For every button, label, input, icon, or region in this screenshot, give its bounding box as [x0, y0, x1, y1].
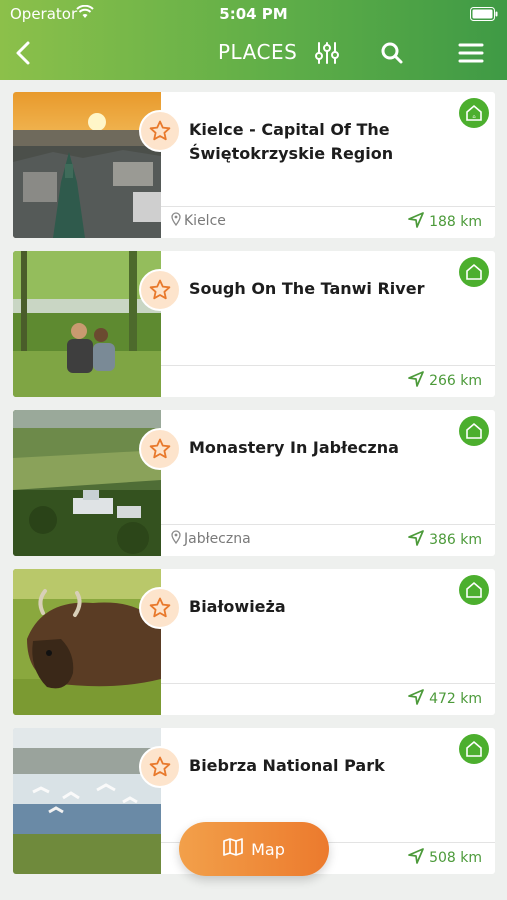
search-icon[interactable]: [379, 40, 405, 66]
navigation-arrow-icon: [408, 371, 424, 391]
attraction-badge-icon: [459, 416, 489, 446]
place-title[interactable]: Sough On The Tanwi River: [189, 277, 459, 301]
location-label: Kielce: [184, 213, 226, 229]
place-image-kielce: [13, 92, 161, 238]
back-icon[interactable]: [12, 40, 36, 66]
favorite-star-icon[interactable]: [139, 269, 181, 311]
distance-label: 386 km: [429, 532, 482, 548]
place-card[interactable]: Białowieża 472 km: [13, 569, 495, 715]
place-distance: 508 km: [408, 848, 482, 868]
place-card[interactable]: Sough On The Tanwi River 266 km: [13, 251, 495, 397]
navigation-bar: PLACES: [0, 30, 507, 76]
location-pin-icon: [171, 530, 181, 548]
map-button[interactable]: Map: [179, 822, 329, 876]
divider: [161, 683, 495, 684]
navigation-arrow-icon: [408, 530, 424, 550]
app-header: Operator 5:04 PM PLACES: [0, 0, 507, 80]
filter-sliders-icon[interactable]: [314, 40, 340, 66]
page-title: PLACES: [218, 40, 298, 64]
hamburger-menu-icon[interactable]: [457, 42, 485, 64]
place-title[interactable]: Kielce - Capital Of The Świętokrzyskie R…: [189, 118, 459, 166]
place-distance: 472 km: [408, 689, 482, 709]
navigation-arrow-icon: [408, 848, 424, 868]
navigation-arrow-icon: [408, 212, 424, 232]
distance-label: 188 km: [429, 214, 482, 230]
place-title[interactable]: Biebrza National Park: [189, 754, 459, 778]
location-pin-icon: [171, 212, 181, 230]
place-image-bialowieza: [13, 569, 161, 715]
place-location: Kielce: [171, 212, 226, 230]
clock: 5:04 PM: [219, 5, 288, 23]
attraction-badge-icon: [459, 575, 489, 605]
distance-label: 472 km: [429, 691, 482, 707]
navigation-arrow-icon: [408, 689, 424, 709]
place-title[interactable]: Białowieża: [189, 595, 459, 619]
place-distance: 188 km: [408, 212, 482, 232]
attraction-badge-icon: ⌂: [459, 98, 489, 128]
map-icon: [223, 838, 243, 860]
distance-label: 266 km: [429, 373, 482, 389]
attraction-badge-icon: [459, 257, 489, 287]
place-title[interactable]: Monastery In Jabłeczna: [189, 436, 459, 460]
place-distance: 266 km: [408, 371, 482, 391]
place-card[interactable]: Kielce - Capital Of The Świętokrzyskie R…: [13, 92, 495, 238]
svg-text:⌂: ⌂: [472, 114, 475, 120]
place-location: Jabłeczna: [171, 530, 251, 548]
favorite-star-icon[interactable]: [139, 428, 181, 470]
attraction-badge-icon: [459, 734, 489, 764]
divider: [161, 365, 495, 366]
location-label: Jabłeczna: [184, 531, 251, 547]
place-card[interactable]: Monastery In Jabłeczna Jabłeczna 386 km: [13, 410, 495, 556]
divider: [161, 206, 495, 207]
places-list: Kielce - Capital Of The Świętokrzyskie R…: [13, 92, 495, 887]
map-button-label: Map: [251, 839, 285, 859]
place-distance: 386 km: [408, 530, 482, 550]
divider: [161, 524, 495, 525]
battery-icon: [470, 6, 498, 25]
favorite-star-icon[interactable]: [139, 110, 181, 152]
place-image-sough-tanwi: [13, 251, 161, 397]
distance-label: 508 km: [429, 850, 482, 866]
favorite-star-icon[interactable]: [139, 587, 181, 629]
favorite-star-icon[interactable]: [139, 746, 181, 788]
place-image-biebrza: [13, 728, 161, 874]
place-image-jableczna: [13, 410, 161, 556]
status-bar: Operator 5:04 PM: [0, 0, 507, 28]
